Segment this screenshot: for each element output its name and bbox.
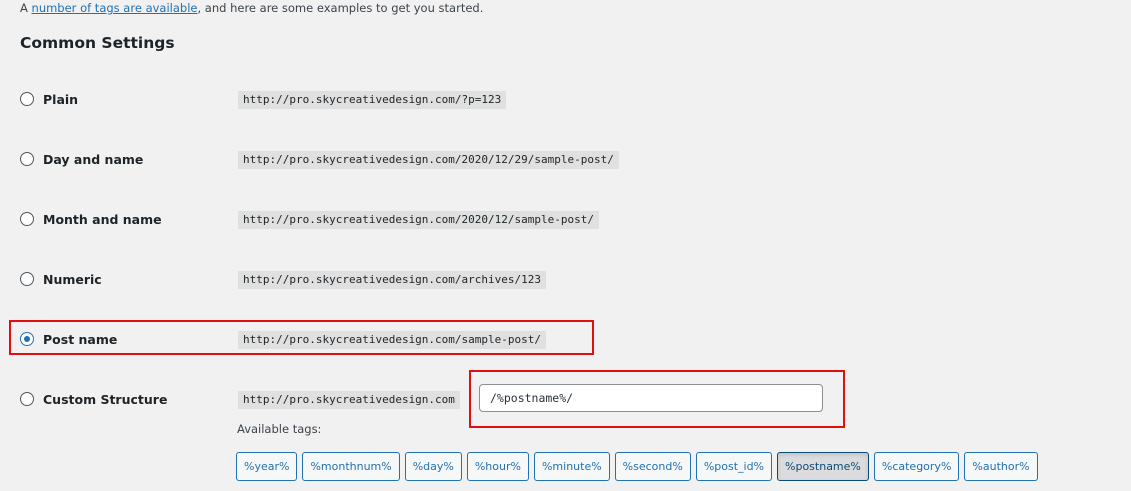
available-tags-list: %year% %monthnum% %day% %hour% %minute% … xyxy=(236,452,1038,481)
tag-button-second[interactable]: %second% xyxy=(614,452,691,481)
example-url: http://pro.skycreativedesign.com/archive… xyxy=(238,271,547,289)
custom-structure-input[interactable] xyxy=(479,384,823,412)
option-label: Plain xyxy=(43,91,79,107)
option-label: Numeric xyxy=(43,271,102,287)
tag-button-author[interactable]: %author% xyxy=(964,452,1038,481)
example-url: http://pro.skycreativedesign.com/2020/12… xyxy=(238,151,619,169)
permalink-settings-page: A number of tags are available, and here… xyxy=(0,0,1131,491)
radio-custom-structure[interactable] xyxy=(20,392,34,406)
radio-day-and-name[interactable] xyxy=(20,152,34,166)
tag-button-year[interactable]: %year% xyxy=(236,452,298,481)
option-row-post-name: Post name http://pro.skycreativedesign.c… xyxy=(0,324,1131,354)
option-day-and-name[interactable]: Day and name xyxy=(20,150,143,168)
option-row-day-and-name: Day and name http://pro.skycreativedesig… xyxy=(0,144,1131,174)
example-url: http://pro.skycreativedesign.com/?p=123 xyxy=(238,91,507,109)
option-row-plain: Plain http://pro.skycreativedesign.com/?… xyxy=(0,84,1131,114)
radio-post-name[interactable] xyxy=(20,332,34,346)
option-post-name[interactable]: Post name xyxy=(20,330,117,348)
example-url: http://pro.skycreativedesign.com/sample-… xyxy=(238,331,547,349)
option-custom-structure[interactable]: Custom Structure xyxy=(20,390,167,408)
option-label: Post name xyxy=(43,331,118,347)
tag-button-monthnum[interactable]: %monthnum% xyxy=(302,452,400,481)
option-label: Custom Structure xyxy=(43,391,168,407)
tags-help-link[interactable]: number of tags are available xyxy=(32,1,198,15)
option-label: Day and name xyxy=(43,151,144,167)
available-tags-label: Available tags: xyxy=(237,422,322,436)
option-numeric[interactable]: Numeric xyxy=(20,270,102,288)
tag-button-postname[interactable]: %postname% xyxy=(777,452,869,481)
option-month-and-name[interactable]: Month and name xyxy=(20,210,162,228)
option-row-numeric: Numeric http://pro.skycreativedesign.com… xyxy=(0,264,1131,294)
option-row-month-and-name: Month and name http://pro.skycreativedes… xyxy=(0,204,1131,234)
option-label: Month and name xyxy=(43,211,162,227)
radio-month-and-name[interactable] xyxy=(20,212,34,226)
tag-button-post-id[interactable]: %post_id% xyxy=(695,452,773,481)
tag-button-day[interactable]: %day% xyxy=(404,452,462,481)
intro-suffix: , and here are some examples to get you … xyxy=(197,1,484,15)
tag-button-hour[interactable]: %hour% xyxy=(466,452,529,481)
option-plain[interactable]: Plain xyxy=(20,90,78,108)
tag-button-category[interactable]: %category% xyxy=(873,452,960,481)
intro-prefix: A xyxy=(20,1,32,15)
radio-plain[interactable] xyxy=(20,92,34,106)
intro-text: A number of tags are available, and here… xyxy=(20,0,483,16)
example-url: http://pro.skycreativedesign.com/2020/12… xyxy=(238,211,599,229)
tag-button-minute[interactable]: %minute% xyxy=(533,452,610,481)
section-title: Common Settings xyxy=(20,34,175,52)
radio-numeric[interactable] xyxy=(20,272,34,286)
custom-structure-prefix: http://pro.skycreativedesign.com xyxy=(238,391,460,409)
